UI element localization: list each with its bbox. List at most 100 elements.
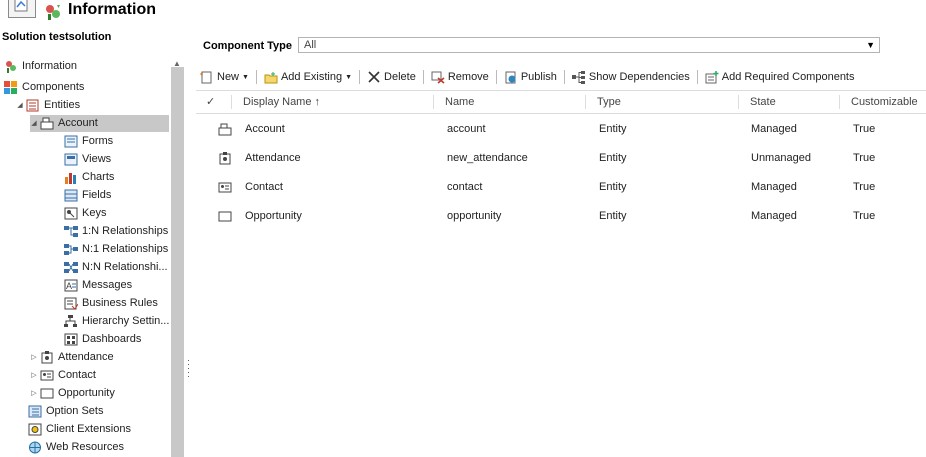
table-row[interactable]: Opportunity opportunity Entity Managed T… — [196, 202, 926, 231]
sidebar-item-label: Opportunity — [58, 387, 115, 399]
header-bar: Information — [0, 0, 926, 26]
sidebar-item-charts[interactable]: Charts — [64, 169, 114, 186]
scroll-up-arrow-icon[interactable]: ▲ — [173, 59, 181, 68]
delete-label: Delete — [384, 71, 416, 83]
add-existing-label: Add Existing — [280, 71, 343, 83]
new-document-icon — [200, 71, 214, 84]
sidebar-item-keys[interactable]: Keys — [64, 205, 106, 222]
pane-splitter-handle[interactable]: · · · · · — [187, 356, 190, 381]
expand-arrow-icon[interactable]: ▷ — [30, 385, 38, 402]
fields-icon — [64, 189, 78, 202]
cell-display-name[interactable]: Account — [245, 115, 285, 144]
delete-button[interactable]: Delete — [363, 67, 420, 87]
sidebar-item-entities[interactable]: ◢ Entities — [16, 97, 80, 114]
client-extensions-icon — [28, 423, 42, 436]
sidebar-item-nn-relationships[interactable]: N:N Relationshi... — [64, 259, 168, 276]
column-header-display-name[interactable]: Display Name ↑ — [243, 91, 320, 113]
sidebar-item-attendance[interactable]: ▷ Attendance — [30, 349, 114, 366]
table-row[interactable]: Attendance new_attendance Entity Unmanag… — [196, 144, 926, 173]
component-type-label: Component Type — [203, 40, 293, 52]
sidebar-item-label: Views — [82, 153, 112, 165]
sidebar-item-label: Components — [22, 81, 85, 93]
sidebar-item-contact[interactable]: ▷ Contact — [30, 367, 96, 384]
toolbar-divider — [422, 70, 424, 84]
sidebar-item-messages[interactable]: A Messages — [64, 277, 132, 294]
account-entity-icon — [218, 123, 232, 136]
new-button-label: New — [217, 71, 240, 83]
sidebar-item-label: Messages — [82, 279, 133, 291]
column-header-name[interactable]: Name — [445, 91, 474, 113]
sidebar-item-business-rules[interactable]: Business Rules — [64, 295, 158, 312]
sidebar-item-views[interactable]: Views — [64, 151, 111, 168]
cell-display-name[interactable]: Contact — [245, 173, 283, 202]
cell-name: opportunity — [447, 210, 502, 222]
relationship-icon — [64, 243, 78, 256]
column-header-state[interactable]: State — [750, 91, 776, 113]
select-all-checkmark-icon[interactable]: ✓ — [206, 91, 215, 113]
sidebar-item-web-resources[interactable]: Web Resources — [28, 439, 124, 456]
cell-name: new_attendance — [447, 152, 528, 164]
sidebar-item-forms[interactable]: Forms — [64, 133, 113, 150]
add-existing-icon — [264, 71, 278, 84]
cell-customizable: True — [853, 210, 876, 222]
table-row[interactable]: Contact contact Entity Managed True — [196, 173, 926, 202]
sidebar-item-label: Fields — [82, 189, 112, 201]
column-divider — [738, 95, 739, 109]
sidebar-item-account[interactable]: ◢ Account — [30, 115, 169, 132]
publish-button[interactable]: Publish — [500, 67, 561, 87]
cell-type: Entity — [599, 123, 627, 135]
component-type-select[interactable]: All ▼ — [298, 37, 880, 53]
sidebar-item-opportunity[interactable]: ▷ Opportunity — [30, 385, 115, 402]
toolbar: New ▼ Add Existing ▼ Delete Remove Publi… — [196, 66, 926, 88]
sidebar-item-1n-relationships[interactable]: 1:N Relationships — [64, 223, 168, 240]
sidebar-scrollbar[interactable] — [171, 67, 184, 457]
add-required-label: Add Required Components — [721, 71, 855, 83]
sidebar-item-components[interactable]: Components — [4, 79, 84, 96]
sidebar-item-label: N:N Relationshi... — [82, 261, 168, 273]
column-header-customizable[interactable]: Customizable — [851, 91, 918, 113]
collapse-arrow-icon[interactable]: ◢ — [16, 97, 24, 114]
toolbar-divider — [696, 70, 698, 84]
sidebar-item-information[interactable]: Information — [4, 58, 77, 75]
cell-customizable: True — [853, 123, 876, 135]
dependencies-icon — [571, 70, 586, 84]
contact-entity-icon — [218, 181, 232, 194]
sidebar-item-client-extensions[interactable]: Client Extensions — [28, 421, 131, 438]
sidebar-item-option-sets[interactable]: Option Sets — [28, 403, 103, 420]
remove-button[interactable]: Remove — [427, 67, 493, 87]
show-dependencies-button[interactable]: Show Dependencies — [568, 67, 694, 87]
table-row[interactable]: Account account Entity Managed True — [196, 115, 926, 144]
cell-type: Entity — [599, 181, 627, 193]
column-header-type[interactable]: Type — [597, 91, 621, 113]
publish-icon — [504, 71, 518, 84]
column-divider — [585, 95, 586, 109]
keys-icon — [64, 207, 78, 220]
grid-header: ✓ Display Name ↑ Name Type State Customi… — [196, 90, 926, 114]
option-sets-icon — [28, 405, 42, 418]
toolbar-divider — [359, 70, 361, 84]
expand-arrow-icon[interactable]: ▷ — [30, 349, 38, 366]
sidebar-item-label: Contact — [58, 369, 96, 381]
remove-icon — [431, 71, 445, 84]
sidebar-item-label: Charts — [82, 171, 115, 183]
sidebar-item-n1-relationships[interactable]: N:1 Relationships — [64, 241, 168, 258]
sidebar-item-fields[interactable]: Fields — [64, 187, 111, 204]
collapse-arrow-icon[interactable]: ◢ — [30, 115, 38, 132]
expand-arrow-icon[interactable]: ▷ — [30, 367, 38, 384]
add-required-components-button[interactable]: Add Required Components — [701, 67, 859, 87]
web-resources-icon — [28, 441, 42, 454]
cell-display-name[interactable]: Opportunity — [245, 202, 302, 231]
entities-icon — [26, 99, 40, 112]
messages-icon: A — [64, 279, 78, 292]
new-button[interactable]: New ▼ — [196, 67, 253, 87]
toolbar-divider — [563, 70, 565, 84]
cell-display-name[interactable]: Attendance — [245, 144, 301, 173]
sidebar-item-label: Attendance — [58, 351, 114, 363]
business-rules-icon — [64, 297, 78, 310]
contact-entity-icon — [40, 369, 54, 382]
chevron-down-icon: ▼ — [345, 73, 353, 81]
sidebar-item-dashboards[interactable]: Dashboards — [64, 331, 141, 348]
add-existing-button[interactable]: Add Existing ▼ — [260, 67, 356, 87]
sidebar-item-hierarchy-settings[interactable]: Hierarchy Settin... — [64, 313, 169, 330]
delete-x-icon — [367, 70, 381, 84]
